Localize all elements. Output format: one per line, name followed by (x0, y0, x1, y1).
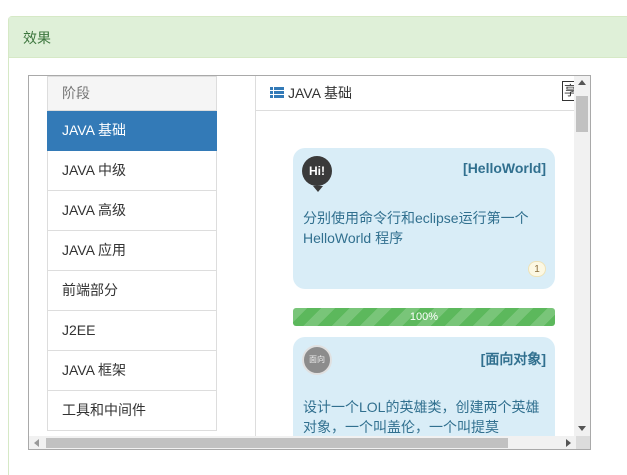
stage-item-j2ee[interactable]: J2EE (47, 311, 217, 351)
content-title: JAVA 基础 (288, 85, 353, 101)
scroll-right-icon[interactable] (566, 439, 571, 447)
hi-avatar-icon: Hi! (302, 156, 332, 192)
panel-body: 阶段 JAVA 基础 JAVA 中级 JAVA 高级 JAVA 应用 前端部分 … (9, 58, 627, 475)
content-area: JAVA 基础 享 Hi! [HelloWorld] 分别使用命令行和eclip… (256, 76, 576, 436)
preview-frame: 阶段 JAVA 基础 JAVA 中级 JAVA 高级 JAVA 应用 前端部分 … (28, 75, 591, 450)
avatar-icon: 面向 (302, 345, 332, 375)
vertical-scroll-thumb[interactable] (576, 96, 588, 132)
horizontal-scrollbar[interactable] (29, 436, 576, 449)
card-text: 分别使用命令行和eclipse运行第一个HelloWorld 程序 (303, 210, 529, 246)
vertical-scrollbar[interactable] (574, 76, 590, 436)
effect-panel: 效果 阶段 JAVA 基础 JAVA 中级 JAVA 高级 JAVA 应用 前端… (8, 16, 627, 475)
stage-item-frontend[interactable]: 前端部分 (47, 271, 217, 311)
lesson-card-oop[interactable]: 面向 [面向对象] 设计一个LOL的英雄类，创建两个英雄对象，一个叫盖伦，一个叫… (293, 337, 555, 436)
stage-item-tools[interactable]: 工具和中间件 (47, 391, 217, 431)
stage-item-java-application[interactable]: JAVA 应用 (47, 231, 217, 271)
stage-item-java-framework[interactable]: JAVA 框架 (47, 351, 217, 391)
scroll-up-icon[interactable] (578, 80, 586, 85)
lesson-card-helloworld[interactable]: Hi! [HelloWorld] 分别使用命令行和eclipse运行第一个Hel… (293, 148, 555, 289)
stage-list-header: 阶段 (47, 76, 217, 111)
list-icon (270, 87, 284, 99)
card-title[interactable]: [面向对象] (481, 349, 546, 369)
stage-item-java-advanced[interactable]: JAVA 高级 (47, 191, 217, 231)
stage-item-java-basic[interactable]: JAVA 基础 (47, 111, 217, 151)
progress-bar: 100% (293, 308, 555, 326)
count-badge: 1 (528, 261, 546, 277)
horizontal-scroll-thumb[interactable] (46, 438, 508, 448)
content-header: JAVA 基础 享 (256, 76, 576, 111)
scrollbar-corner (576, 436, 590, 449)
panel-title: 效果 (9, 17, 627, 58)
stage-list: 阶段 JAVA 基础 JAVA 中级 JAVA 高级 JAVA 应用 前端部分 … (47, 76, 217, 431)
scroll-down-icon[interactable] (578, 426, 586, 431)
stage-item-java-intermediate[interactable]: JAVA 中级 (47, 151, 217, 191)
scroll-left-icon[interactable] (34, 439, 39, 447)
card-title[interactable]: [HelloWorld] (463, 160, 546, 176)
card-text: 设计一个LOL的英雄类，创建两个英雄对象，一个叫盖伦，一个叫提莫 (303, 399, 540, 435)
